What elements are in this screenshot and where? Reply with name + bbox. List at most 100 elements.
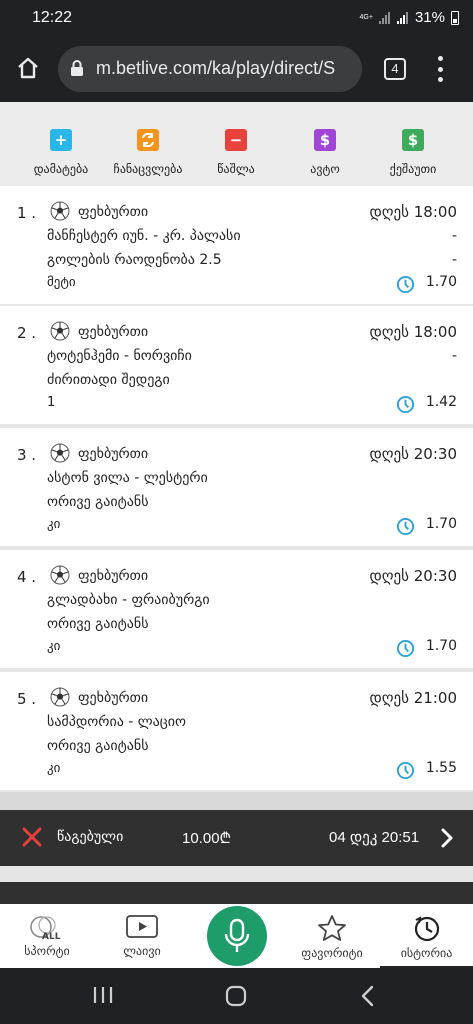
bet-item[interactable]: 2 . ფეხბურთი დღეს 18:00 ტოტენჰემი - ნორვ… [0, 306, 473, 424]
clock-icon [396, 761, 415, 780]
bet-toolbar: + დამატება ჩანაცვლება − წაშლა $ ავტო $ ქ… [0, 102, 473, 186]
bet-status: წაგებული [57, 829, 124, 845]
sports-badge: ALL [42, 932, 61, 940]
sport-name: ფეხბურთი [78, 204, 149, 220]
bet-item[interactable]: 1 . ფეხბურთი დღეს 18:00 მანჩესტერ იუნ. -… [0, 186, 473, 304]
address-bar[interactable]: m.betlive.com/ka/play/direct/S [58, 46, 362, 92]
match-name: მანჩესტერ იუნ. - კრ. პალასი [47, 228, 241, 244]
tab-switcher-button[interactable]: 4 [384, 58, 406, 80]
voice-search-button[interactable] [207, 906, 267, 966]
odds-value: 1.55 [425, 760, 457, 776]
score-placeholder: - [451, 228, 457, 244]
nav-live-label: ლაივი [123, 944, 161, 958]
status-icons: 4G+ 31% [360, 9, 459, 26]
bet-number: 5 . [17, 690, 37, 708]
bet-date: 04 დეკ 20:51 [329, 829, 420, 846]
delete-button[interactable]: − წაშლა [189, 129, 283, 176]
event-time: დღეს 21:00 [369, 689, 457, 707]
replace-button[interactable]: ჩანაცვლება [101, 129, 195, 176]
bet-item[interactable]: 4 . ფეხბურთი დღეს 20:30 გლადბახი - ფრაიბ… [0, 550, 473, 668]
event-time: დღეს 20:30 [369, 445, 457, 463]
status-time: 12:22 [32, 9, 73, 26]
sport-name: ფეხბურთი [78, 446, 149, 462]
football-icon [50, 321, 70, 341]
more-menu-icon[interactable] [436, 56, 444, 82]
dollar-icon: $ [314, 129, 336, 151]
signal-icon-2 [396, 11, 408, 24]
market-name: ორივე გაიტანს [47, 494, 149, 510]
bet-amount: 10.00₾ [182, 830, 232, 847]
football-icon [50, 687, 70, 707]
match-name: სამპდორია - ლაციო [47, 714, 187, 730]
lost-x-icon [22, 827, 42, 847]
sport-name: ფეხბურთი [78, 690, 149, 706]
bet-number: 4 . [17, 568, 37, 586]
selection: 1 [47, 395, 56, 410]
replace-label: ჩანაცვლება [113, 162, 183, 176]
back-icon[interactable] [360, 985, 376, 1007]
sport-name: ფეხბურთი [78, 568, 149, 584]
home-icon[interactable] [16, 56, 40, 80]
battery-icon [451, 10, 459, 25]
nav-favorites[interactable]: ფავორიტი [285, 904, 379, 968]
system-navigation-bar [0, 968, 473, 1024]
auto-button[interactable]: $ ავტო [278, 129, 372, 176]
clock-icon [396, 395, 415, 414]
bet-number: 2 . [17, 324, 37, 342]
match-name: გლადბახი - ფრაიბურგი [47, 592, 210, 608]
odds-value: 1.70 [425, 638, 457, 654]
event-time: დღეს 18:00 [369, 323, 457, 341]
event-time: დღეს 20:30 [369, 567, 457, 585]
selection: კი [47, 517, 61, 532]
match-name: ტოტენჰემი - ნორვიჩი [47, 348, 192, 364]
football-icon [50, 565, 70, 585]
clock-icon [396, 639, 415, 658]
swap-icon [137, 129, 159, 151]
home-nav-icon[interactable] [225, 985, 247, 1007]
network-type: 4G+ [359, 14, 373, 21]
add-button[interactable]: + დამატება [14, 129, 108, 176]
football-icon [50, 201, 70, 221]
match-name: ასტონ ვილა - ლესტერი [47, 470, 208, 486]
odds-value: 1.70 [425, 274, 457, 290]
clock-icon [396, 275, 415, 294]
play-icon [126, 915, 158, 938]
star-icon [318, 915, 346, 941]
nav-history[interactable]: ისტორია [380, 904, 473, 968]
event-time: დღეს 18:00 [369, 203, 457, 221]
nav-sports[interactable]: ALL სპორტი [0, 904, 94, 968]
signal-icon [378, 11, 390, 24]
chevron-right-icon[interactable] [440, 827, 454, 849]
microphone-icon [224, 918, 250, 952]
delete-label: წაშლა [217, 162, 255, 176]
selection: მეტი [47, 275, 76, 290]
market-name: ორივე გაიტანს [47, 616, 149, 632]
selection: კი [47, 639, 61, 654]
result-placeholder: - [451, 252, 457, 268]
bet-number: 1 . [17, 204, 37, 222]
football-icon [50, 443, 70, 463]
bet-history-row[interactable]: წაგებული 10.00₾ 04 დეკ 20:51 [0, 810, 473, 866]
nav-sports-label: სპორტი [24, 944, 70, 958]
nav-live[interactable]: ლაივი [95, 904, 189, 968]
bet-history-row-partial[interactable] [0, 882, 473, 904]
auto-label: ავტო [310, 162, 340, 176]
nav-history-label: ისტორია [400, 946, 453, 960]
sport-name: ფეხბურთი [78, 324, 149, 340]
plus-icon: + [50, 129, 72, 151]
bet-item[interactable]: 5 . ფეხბურთი დღეს 21:00 სამპდორია - ლაცი… [0, 672, 473, 790]
divider [0, 792, 473, 810]
clock-icon [396, 517, 415, 536]
cashout-button[interactable]: $ ქეშაუთი [366, 129, 460, 176]
sports-all-icon: ALL [30, 916, 61, 940]
url-text: m.betlive.com/ka/play/direct/S [96, 58, 336, 78]
bet-item[interactable]: 3 . ფეხბურთი დღეს 20:30 ასტონ ვილა - ლეს… [0, 428, 473, 546]
add-label: დამატება [33, 162, 89, 176]
cashout-label: ქეშაუთი [389, 162, 437, 176]
battery-level: 31% [414, 9, 445, 26]
dollar-icon: $ [402, 129, 424, 151]
market-name: გოლების რაოდენობა 2.5 [47, 252, 222, 268]
minus-icon: − [225, 129, 247, 151]
recent-apps-icon[interactable] [92, 985, 114, 1005]
lock-icon [71, 60, 83, 76]
